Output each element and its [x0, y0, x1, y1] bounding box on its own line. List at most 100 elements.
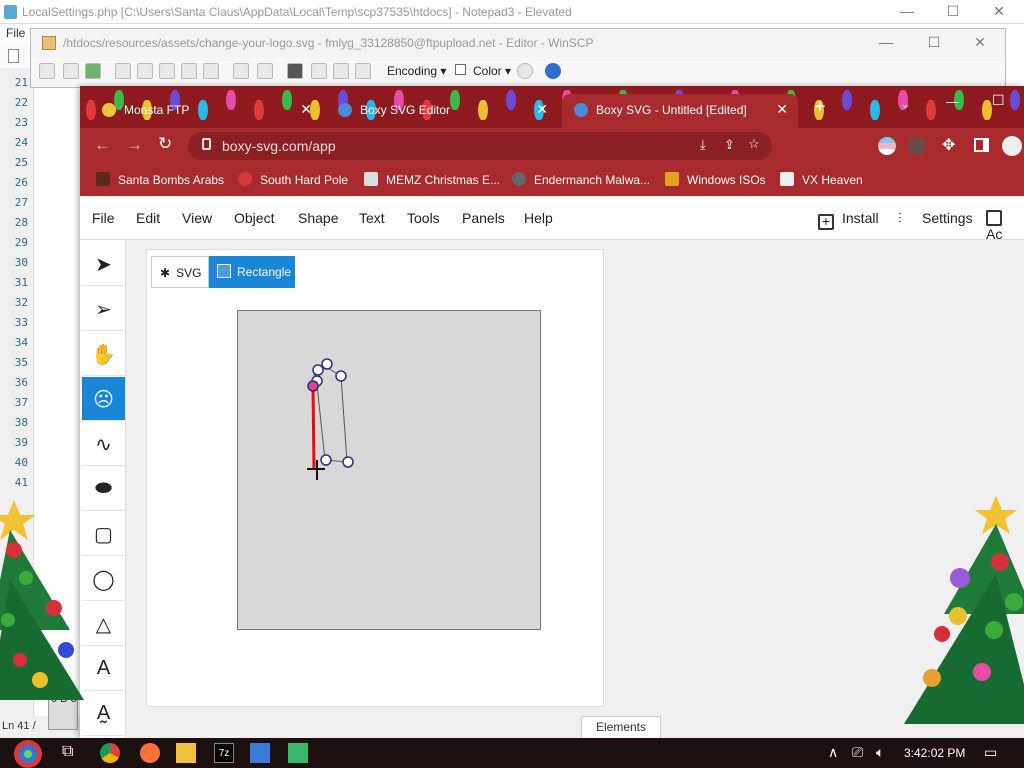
- svg-document[interactable]: ✱ SVG Rectangle: [146, 249, 604, 707]
- show-hidden-icons[interactable]: ∧: [828, 744, 838, 761]
- firefox-taskbar-icon[interactable]: [140, 743, 160, 763]
- find-icon[interactable]: [287, 63, 303, 79]
- bookmark-vx-heaven[interactable]: VX Heaven: [780, 172, 863, 187]
- redo-icon[interactable]: [257, 63, 273, 79]
- goto-line-icon[interactable]: [355, 63, 371, 79]
- bookmark-memz-christmas[interactable]: MEMZ Christmas E...: [364, 172, 500, 187]
- menu-object[interactable]: Object: [234, 210, 274, 226]
- settings-button[interactable]: ⫶ Settings: [898, 210, 973, 227]
- file-explorer-icon[interactable]: [176, 743, 196, 763]
- transform-tool-button[interactable]: ➤: [82, 242, 125, 286]
- undo-icon[interactable]: [233, 63, 249, 79]
- extension-icon[interactable]: [878, 137, 896, 155]
- bookmark-windows-isos[interactable]: Windows ISOs: [665, 172, 766, 187]
- new-file-icon[interactable]: [8, 49, 19, 63]
- winscp-taskbar-icon[interactable]: [250, 743, 270, 763]
- replace-icon[interactable]: [311, 63, 327, 79]
- tab-boxy-svg-editor[interactable]: Boxy SVG Editor ✕: [326, 94, 558, 128]
- share-icon[interactable]: ⇪: [724, 137, 735, 153]
- close-tab-icon[interactable]: ✕: [776, 101, 788, 118]
- tab-monsta-ftp[interactable]: Monsta FTP ✕: [90, 94, 322, 128]
- tab-search-icon[interactable]: ⌄: [900, 96, 911, 112]
- elements-panel-tab[interactable]: Elements: [581, 716, 661, 738]
- account-button[interactable]: Ac: [986, 210, 1024, 242]
- volume-icon[interactable]: 🔈︎: [876, 744, 884, 761]
- notepad-titlebar[interactable]: LocalSettings.php [C:\Users\Santa Claus\…: [0, 0, 1024, 24]
- freehand-tool-button[interactable]: ∿: [82, 422, 125, 466]
- menu-text[interactable]: Text: [359, 210, 385, 226]
- close-tab-icon[interactable]: ✕: [300, 101, 312, 118]
- monsta-favicon: [102, 103, 116, 117]
- menu-panels[interactable]: Panels: [462, 210, 505, 226]
- 7zip-icon[interactable]: 7z: [214, 743, 234, 763]
- bend-tool-button[interactable]: ☹: [82, 377, 125, 421]
- menu-file[interactable]: File: [92, 210, 115, 226]
- help-icon[interactable]: [545, 63, 561, 79]
- gear-icon[interactable]: [517, 63, 533, 79]
- tab-boxy-svg-untitled[interactable]: Boxy SVG - Untitled [Edited] ✕: [562, 94, 798, 128]
- bookmark-endermanch-malware[interactable]: Endermanch Malwa...: [512, 172, 650, 187]
- puzzle-icon[interactable]: ✥: [942, 135, 955, 155]
- task-view-icon[interactable]: ⧉: [62, 743, 82, 763]
- path-node-handle[interactable]: [342, 456, 354, 468]
- notepad-menu-file[interactable]: File: [6, 26, 25, 40]
- star-icon[interactable]: ☆: [748, 136, 760, 152]
- path-node-handle[interactable]: [320, 454, 332, 466]
- maximize-icon[interactable]: ☐: [930, 0, 976, 24]
- menu-shape[interactable]: Shape: [298, 210, 338, 226]
- notifications-icon[interactable]: ▭: [984, 744, 997, 761]
- cut-icon[interactable]: [137, 63, 153, 79]
- delete-icon[interactable]: [181, 63, 197, 79]
- maximize-icon[interactable]: ☐: [911, 31, 957, 55]
- new-tab-button[interactable]: +: [814, 96, 826, 119]
- edit-tool-button[interactable]: ➢: [82, 287, 125, 331]
- notepad3-taskbar-icon[interactable]: [288, 743, 308, 763]
- menu-view[interactable]: View: [182, 210, 212, 226]
- winscp-titlebar[interactable]: /htdocs/resources/assets/change-your-log…: [31, 29, 1005, 57]
- close-icon[interactable]: ✕: [957, 31, 1003, 55]
- install-button[interactable]: + Install: [818, 210, 879, 230]
- close-icon[interactable]: ✕: [976, 0, 1022, 24]
- menu-help[interactable]: Help: [524, 210, 553, 226]
- pan-tool-button[interactable]: ✋: [82, 332, 125, 376]
- bookmark-icon: [780, 172, 794, 186]
- color-checkbox[interactable]: [455, 64, 466, 75]
- paste-icon[interactable]: [159, 63, 175, 79]
- profile-avatar[interactable]: [1002, 136, 1022, 156]
- save-icon[interactable]: [39, 63, 55, 79]
- reload-icon[interactable]: [85, 63, 101, 79]
- extension-s-icon[interactable]: [908, 137, 926, 155]
- reload-icon[interactable]: ↻: [158, 134, 172, 154]
- canvas-area[interactable]: ✱ SVG Rectangle Elements: [126, 240, 1024, 738]
- path-node-handle[interactable]: [312, 364, 324, 376]
- line-number: 34: [14, 336, 28, 349]
- install-app-icon[interactable]: ⤓: [700, 137, 706, 153]
- address-bar[interactable]: boxy-svg.com/app ⤓ ⇪ ☆: [188, 132, 772, 160]
- path-node-handle[interactable]: [335, 370, 347, 382]
- selected-node-handle[interactable]: [307, 380, 319, 392]
- save-all-icon[interactable]: [63, 63, 79, 79]
- bookmark-south-hard-pole[interactable]: South Hard Pole: [238, 172, 348, 187]
- bookmark-santa-bombs-arabs[interactable]: Santa Bombs Arabs: [96, 172, 224, 187]
- minimize-icon[interactable]: —: [946, 94, 959, 109]
- minimize-icon[interactable]: —: [884, 0, 930, 24]
- find-next-icon[interactable]: [333, 63, 349, 79]
- taskbar-clock[interactable]: 3:42:02 PM: [904, 746, 965, 760]
- copy-icon[interactable]: [115, 63, 131, 79]
- color-dropdown[interactable]: Color ▾: [473, 64, 511, 78]
- minimize-icon[interactable]: —: [863, 31, 909, 55]
- forward-icon[interactable]: →: [126, 135, 143, 155]
- back-icon[interactable]: ←: [94, 135, 111, 155]
- encoding-dropdown[interactable]: Encoding ▾: [387, 64, 446, 78]
- maximize-icon[interactable]: ☐: [992, 92, 1005, 109]
- side-panel-icon[interactable]: [974, 138, 989, 152]
- menu-edit[interactable]: Edit: [136, 210, 160, 226]
- path-node-handle[interactable]: [321, 358, 333, 370]
- select-all-icon[interactable]: [203, 63, 219, 79]
- chrome-window: Monsta FTP ✕ Boxy SVG Editor ✕ Boxy SVG …: [80, 86, 1024, 738]
- chrome-taskbar-icon[interactable]: [100, 743, 120, 763]
- close-tab-icon[interactable]: ✕: [536, 101, 548, 118]
- menu-tools[interactable]: Tools: [407, 210, 440, 226]
- network-icon[interactable]: ⎚: [852, 744, 863, 761]
- start-button[interactable]: [14, 740, 42, 768]
